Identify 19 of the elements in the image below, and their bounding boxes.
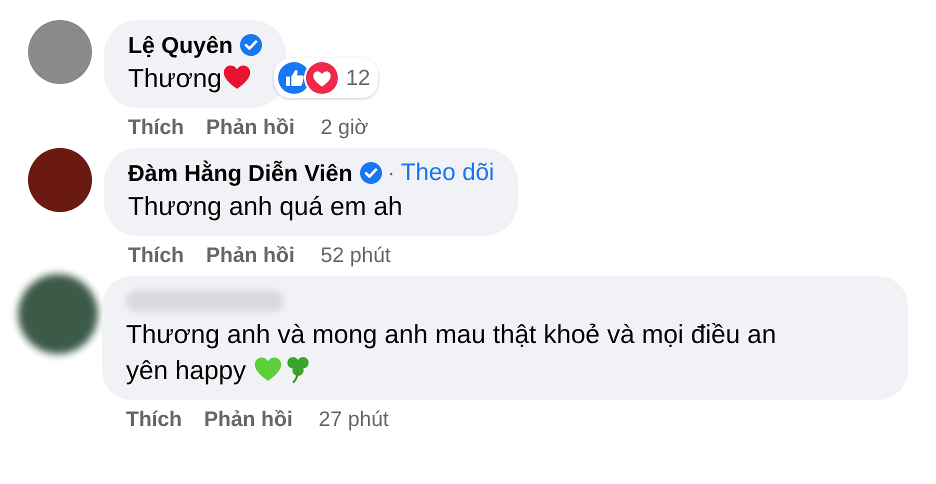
avatar-photo-placeholder[interactable] — [18, 274, 98, 354]
author-name[interactable]: Lệ Quyên — [128, 32, 233, 58]
comment-time[interactable]: 2 giờ — [320, 116, 368, 140]
comment-action-link[interactable]: Thích — [128, 244, 184, 268]
comment-time[interactable]: 27 phút — [318, 408, 389, 432]
comment-text: Thương anh và mong anh mau thật khoẻ và mọi điều an yên happy — [126, 319, 776, 385]
follow-link[interactable]: Theo dõi — [400, 159, 494, 187]
comment-action-link[interactable]: Phản hồi — [204, 408, 293, 432]
comment-action-link[interactable]: Phản hồi — [206, 116, 295, 140]
reaction-summary[interactable]: 12 — [274, 58, 378, 98]
heart-reaction-icon — [304, 60, 340, 96]
comment-text: Thương anh quá em ah — [128, 191, 402, 221]
author-name[interactable]: Đàm Hằng Diễn Viên — [128, 160, 353, 186]
comment-action-link[interactable]: Thích — [128, 116, 184, 140]
separator-dot: · — [388, 160, 395, 186]
comment-text: Thương — [128, 63, 222, 93]
comment-action-link[interactable]: Thích — [126, 408, 182, 432]
comment-action-link[interactable]: Phản hồi — [206, 244, 295, 268]
comment-time[interactable]: 52 phút — [320, 244, 391, 268]
